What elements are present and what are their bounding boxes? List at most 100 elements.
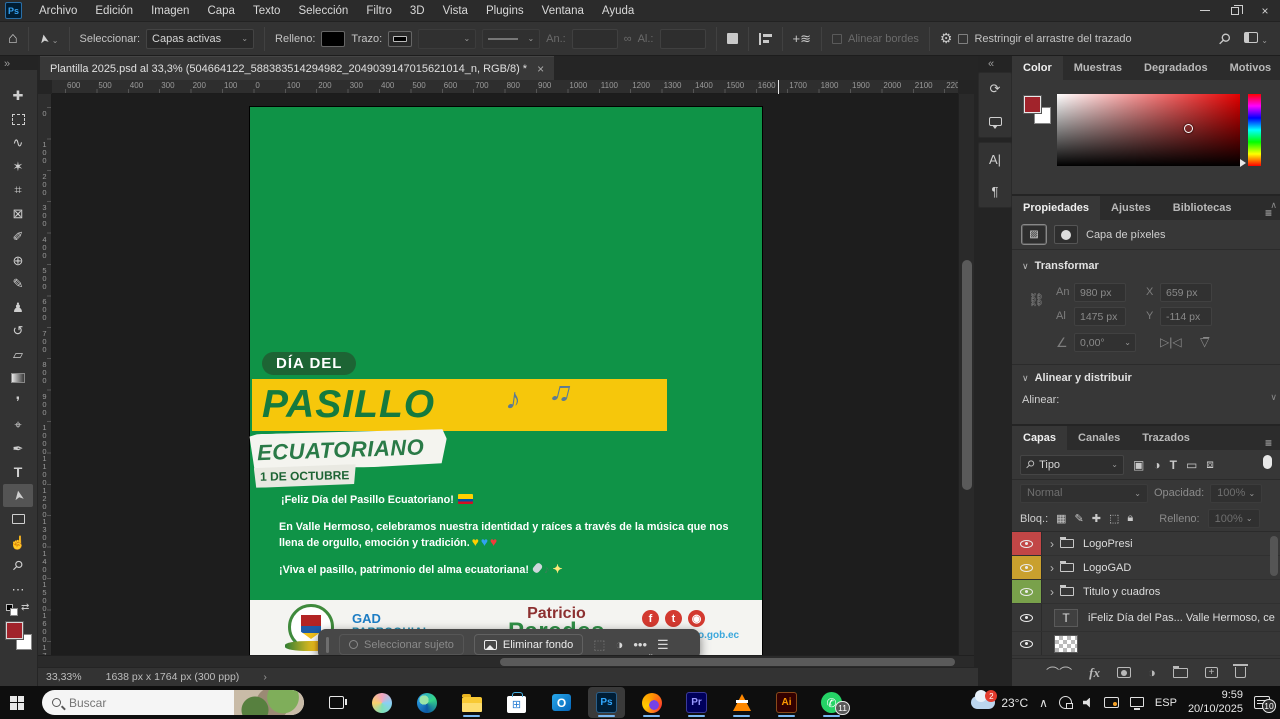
tab-ajustes[interactable]: Ajustes <box>1100 196 1162 220</box>
menu-capa[interactable]: Capa <box>198 5 244 17</box>
tool-hand[interactable]: ☝ <box>3 531 33 554</box>
taskbar-file-explorer-icon[interactable] <box>453 687 490 718</box>
taskbar-copilot-icon[interactable] <box>363 687 400 718</box>
tool-move[interactable]: ✚ <box>3 84 33 107</box>
path-arrangement-icon[interactable]: +≋ <box>793 31 811 47</box>
remove-background-button[interactable]: Eliminar fondo <box>474 634 583 655</box>
restore-button[interactable] <box>1220 0 1250 22</box>
tool-type[interactable]: T <box>3 460 33 483</box>
layer-row[interactable]: ›LogoPresi <box>1012 532 1280 556</box>
tool-gradient[interactable] <box>3 366 33 389</box>
layer-row[interactable]: ›LogoGAD <box>1012 556 1280 580</box>
visibility-toggle[interactable] <box>1012 532 1042 555</box>
network-icon[interactable] <box>1130 697 1144 707</box>
tool-pen[interactable]: ✒ <box>3 437 33 460</box>
foreground-color-swatch[interactable] <box>1024 96 1041 113</box>
link-layers-icon[interactable]: ⌒⌒ <box>1046 663 1072 682</box>
properties-sliders-icon[interactable]: ☰ <box>657 637 669 653</box>
menu-seleccion[interactable]: Selección <box>289 5 357 17</box>
menu-edicion[interactable]: Edición <box>86 5 142 17</box>
layer-mask-icon[interactable] <box>1054 225 1078 244</box>
lock-position-icon[interactable]: ✚ <box>1092 512 1101 525</box>
taskbar-firefox-icon[interactable] <box>633 687 670 718</box>
tab-propiedades[interactable]: Propiedades <box>1012 196 1100 220</box>
language-indicator[interactable]: ESP <box>1155 697 1177 709</box>
layer-style-icon[interactable]: fx <box>1089 665 1100 681</box>
notifications-icon[interactable]: 10 <box>1254 696 1270 709</box>
tool-rectangular-marquee[interactable] <box>3 108 33 131</box>
character-panel-icon[interactable]: A| <box>979 143 1011 175</box>
expand-chevron[interactable]: › <box>1050 585 1054 599</box>
tab-trazados[interactable]: Trazados <box>1131 426 1201 450</box>
taskbar-outlook-icon[interactable]: O <box>543 687 580 718</box>
align-section-header[interactable]: ∨Alinear y distribuir <box>1022 372 1132 384</box>
default-colors-icon[interactable]: ⇄ <box>6 602 32 616</box>
close-button[interactable]: × <box>1250 0 1280 22</box>
more-options-icon[interactable]: ••• <box>633 637 647 652</box>
tool-eraser[interactable]: ▱ <box>3 343 33 366</box>
close-tab-icon[interactable]: × <box>537 62 544 76</box>
taskbar-edge-icon[interactable] <box>408 687 445 718</box>
taskbar-premiere-icon[interactable]: Pr <box>678 687 715 718</box>
foreground-color-swatch[interactable] <box>6 622 23 639</box>
stroke-swatch[interactable] <box>388 31 412 47</box>
visibility-toggle[interactable] <box>1012 604 1042 631</box>
expand-chevron[interactable]: › <box>1050 561 1054 575</box>
taskbar-whatsapp-icon[interactable]: ✆11 <box>813 687 850 718</box>
tray-chevron-up-icon[interactable]: ∧ <box>1039 696 1048 710</box>
drag-handle[interactable] <box>326 637 329 653</box>
menu-ayuda[interactable]: Ayuda <box>593 5 643 17</box>
delete-layer-icon[interactable] <box>1235 667 1246 678</box>
visibility-toggle[interactable] <box>1012 632 1042 655</box>
gear-icon[interactable]: ⚙ <box>940 30 953 47</box>
link-wh-icon[interactable]: ⛓ <box>1028 292 1045 308</box>
expand-panels-chevron[interactable]: « <box>988 58 994 70</box>
menu-plugins[interactable]: Plugins <box>477 5 533 17</box>
taskbar-photoshop-icon[interactable]: Ps <box>588 687 625 718</box>
filter-type-layers-icon[interactable]: T <box>1170 458 1177 472</box>
search-highlight-image[interactable] <box>234 690 304 715</box>
history-panel-icon[interactable]: ⟳ <box>979 73 1011 105</box>
cast-icon[interactable] <box>1104 697 1119 708</box>
canvas-area[interactable]: DÍA DEL PASILLO ♪ ♫ ECUATORIANO 1 DE OCT… <box>52 94 958 655</box>
current-tool-icon[interactable]: ➤ ⌄ <box>39 32 59 46</box>
workspace-switcher-icon[interactable]: ⌄ <box>1244 32 1268 46</box>
tab-canales[interactable]: Canales <box>1067 426 1131 450</box>
tool-zoom[interactable]: ⚲ <box>3 554 33 577</box>
tray-device-icon[interactable] <box>1059 696 1072 709</box>
search-icon[interactable]: ⚲ <box>1214 28 1235 49</box>
hue-slider[interactable] <box>1248 94 1261 166</box>
tool-frame[interactable]: ⊠ <box>3 202 33 225</box>
menu-imagen[interactable]: Imagen <box>142 5 198 17</box>
pixel-layer-icon[interactable]: ▨ <box>1022 225 1046 244</box>
menu-vista[interactable]: Vista <box>434 5 477 17</box>
filter-pixel-layers-icon[interactable]: ▣ <box>1133 458 1144 472</box>
hue-slider-arrow[interactable] <box>1240 159 1246 167</box>
color-picker-marker[interactable] <box>1184 124 1193 133</box>
path-operations-icon[interactable] <box>727 33 738 44</box>
status-arrow-icon[interactable]: › <box>263 671 267 683</box>
layer-row[interactable]: ›Titulo y cuadros <box>1012 580 1280 604</box>
tool-blur[interactable]: ❜ <box>3 390 33 413</box>
tab-motivos[interactable]: Motivos <box>1219 56 1280 80</box>
menu-3d[interactable]: 3D <box>401 5 434 17</box>
horizontal-scrollbar[interactable] <box>38 655 974 667</box>
tool-history-brush[interactable]: ↺ <box>3 319 33 342</box>
add-mask-icon[interactable] <box>1117 667 1131 678</box>
tool-brush[interactable]: ✎ <box>3 272 33 295</box>
start-button[interactable] <box>0 686 34 719</box>
fill-swatch[interactable] <box>321 31 345 47</box>
clock[interactable]: 9:59 20/10/2025 <box>1188 689 1243 717</box>
comments-panel-icon[interactable] <box>979 105 1011 137</box>
filter-toggle-switch[interactable] <box>1263 455 1272 469</box>
vertical-scrollbar[interactable] <box>958 94 974 655</box>
lock-all-icon[interactable]: 🔒︎ <box>1127 512 1133 525</box>
filter-adjustment-layers-icon[interactable]: ◑ <box>1153 458 1160 472</box>
horizontal-scrollbar-thumb[interactable] <box>500 658 955 666</box>
tool-lasso[interactable]: ∿ <box>3 131 33 154</box>
visibility-toggle[interactable] <box>1012 556 1042 579</box>
tool-healing-brush[interactable]: ⊕ <box>3 249 33 272</box>
path-alignment-icon[interactable] <box>759 33 772 45</box>
color-swatches[interactable] <box>6 622 34 652</box>
lock-paint-icon[interactable]: ✎ <box>1075 512 1084 525</box>
